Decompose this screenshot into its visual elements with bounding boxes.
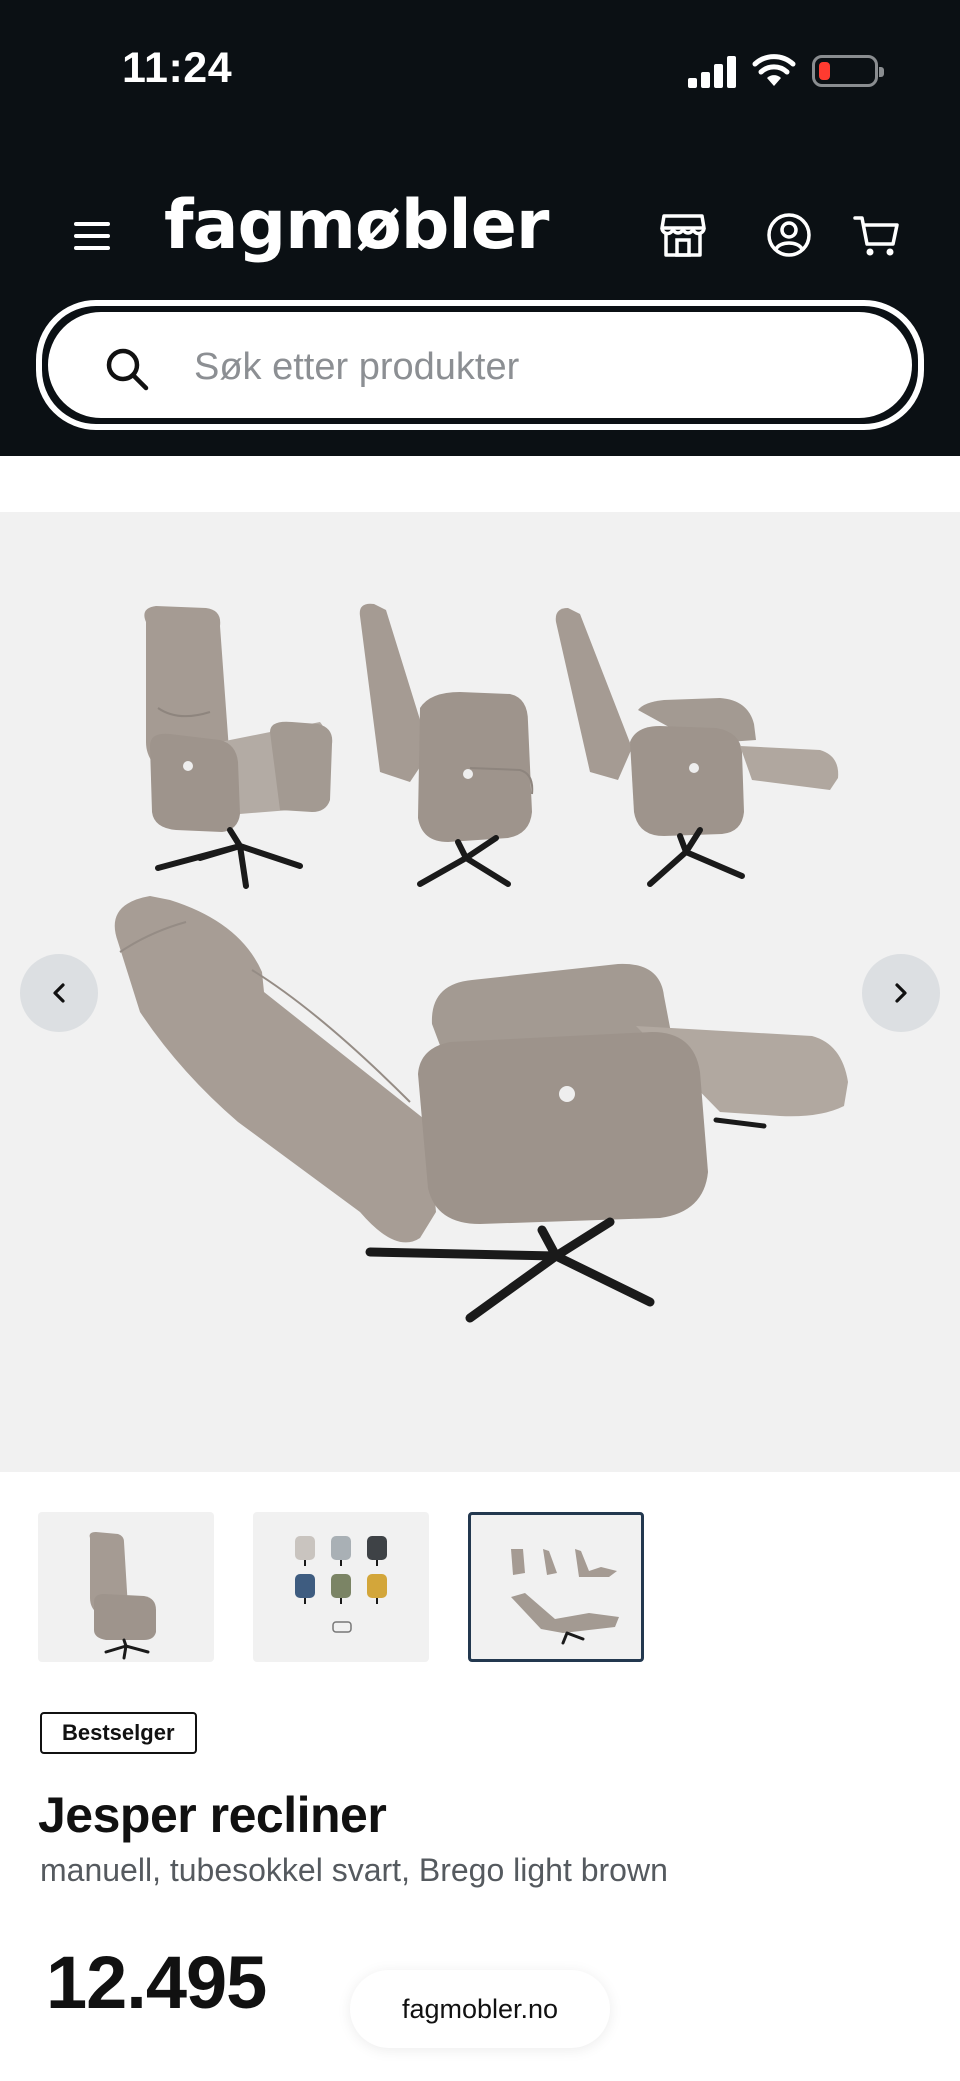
search-icon[interactable] — [104, 346, 150, 392]
bestseller-badge: Bestselger — [40, 1712, 197, 1754]
battery-icon — [812, 55, 884, 87]
store-icon[interactable] — [658, 210, 708, 260]
thumbnail-image — [295, 1536, 387, 1633]
header: 11:24 fagmøbler — [0, 0, 960, 456]
product-variant: manuell, tubesokkel svart, Brego light b… — [40, 1852, 668, 1888]
chevron-left-icon — [53, 983, 65, 1003]
menu-button[interactable] — [70, 218, 116, 254]
product-image-gallery[interactable] — [0, 512, 960, 1472]
next-image-button[interactable] — [862, 954, 940, 1032]
browser-address-pill[interactable]: fagmobler.no — [350, 1970, 610, 2048]
thumbnail-recline-positions[interactable] — [468, 1512, 644, 1662]
thumbnail-image — [511, 1549, 619, 1645]
previous-image-button[interactable] — [20, 954, 98, 1032]
chevron-right-icon — [895, 983, 907, 1003]
search-bar — [36, 300, 924, 430]
product-title: Jesper recliner — [38, 1787, 387, 1843]
cellular-signal-icon — [688, 56, 738, 88]
logo[interactable]: fagmøbler — [164, 186, 549, 265]
thumbnail-image — [89, 1532, 156, 1660]
product-price: 12.495 — [46, 1941, 267, 2024]
thumbnail-chair-front[interactable] — [38, 1512, 214, 1662]
cart-icon[interactable] — [852, 210, 902, 260]
product-image — [114, 603, 848, 1323]
status-time: 11:24 — [122, 44, 233, 92]
thumbnail-color-options[interactable] — [253, 1512, 429, 1662]
account-icon[interactable] — [764, 210, 814, 260]
search-input[interactable] — [194, 334, 854, 400]
wifi-icon — [752, 54, 796, 86]
